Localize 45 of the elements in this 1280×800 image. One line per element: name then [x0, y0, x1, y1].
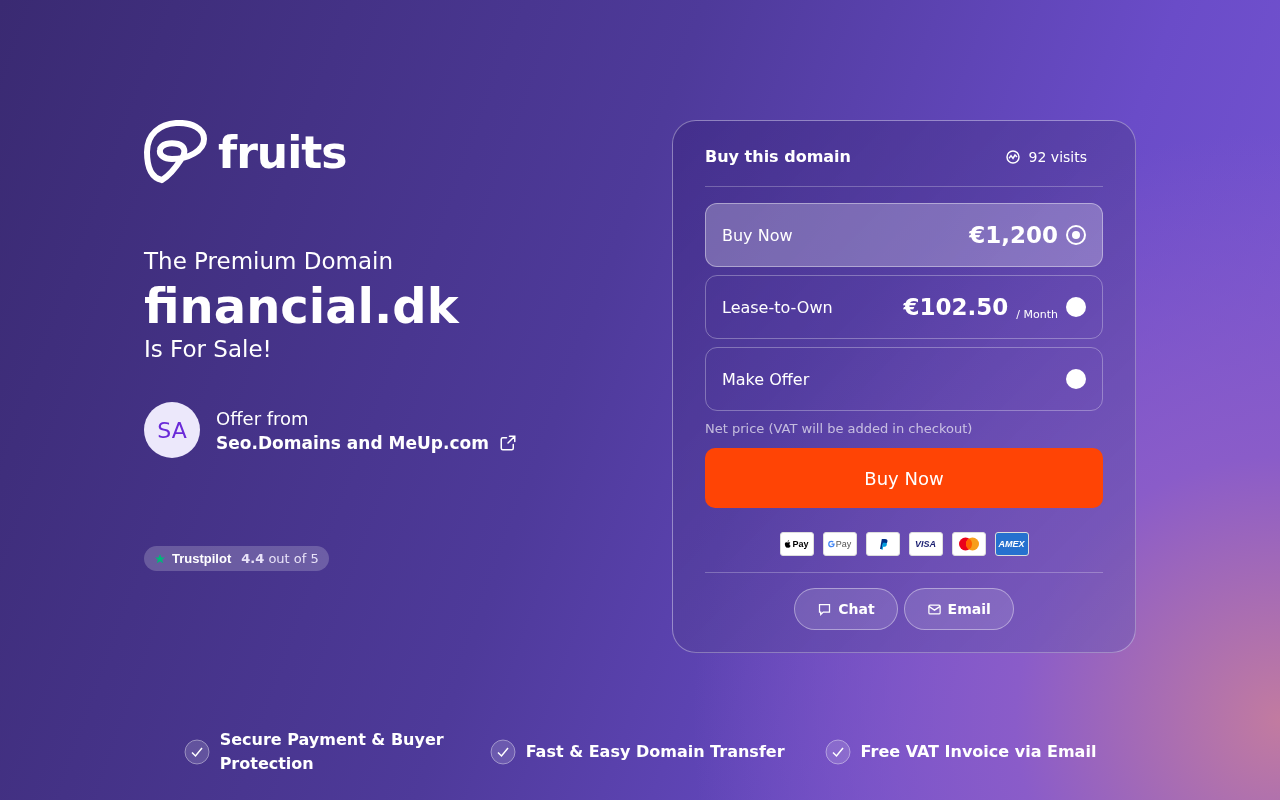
check-icon	[183, 739, 210, 765]
option-label: Lease-to-Own	[722, 297, 834, 317]
rating-source: Trustpilot	[172, 551, 232, 566]
payment-logo: Pay	[822, 532, 857, 556]
external-link-icon	[498, 433, 517, 452]
envelope-icon	[926, 601, 942, 617]
radio-button[interactable]	[1066, 369, 1086, 389]
price-note: Net price (VAT will be added in checkout)	[705, 421, 974, 436]
option-price: €1,200	[969, 222, 1058, 248]
option-label: Buy Now	[722, 225, 794, 245]
visits-count: 92 visits	[1004, 148, 1087, 165]
payment-logo: VISA	[908, 532, 943, 556]
rating-score: 4.4 out of 5	[241, 551, 319, 566]
price-unit: / Month	[1016, 308, 1058, 321]
hero-kicker: The Premium Domain	[144, 248, 394, 274]
buy-now-button[interactable]: Buy Now	[705, 448, 1103, 508]
offer-label: Offer from	[216, 407, 310, 429]
price-option[interactable]: Make Offer	[705, 347, 1103, 411]
payment-logo: Pay	[779, 532, 814, 556]
feature-text: Fast & Easy Domain Transfer	[525, 741, 785, 763]
option-label: Make Offer	[722, 369, 811, 389]
star-icon	[154, 552, 166, 565]
chat-button[interactable]: Chat	[794, 588, 898, 630]
swirl-logo-icon	[144, 120, 210, 184]
pp-logo-icon	[865, 532, 900, 556]
option-price: €102.50	[903, 294, 1009, 320]
feature-text: Secure Payment & Buyer Protection	[219, 729, 445, 775]
hero-tagline: Is For Sale!	[144, 336, 273, 362]
brand-name: fruits	[218, 126, 347, 178]
feature-text: Free VAT Invoice via Email	[860, 741, 1097, 763]
speech-bubble-icon	[817, 601, 833, 617]
seller-avatar: SA	[144, 402, 200, 458]
seller-link[interactable]: Seo.Domains and MeUp.com	[216, 432, 517, 453]
domain-name: financial.dk	[144, 278, 461, 334]
check-icon	[824, 739, 851, 765]
radio-button[interactable]	[1066, 225, 1086, 245]
card-logo-icon	[951, 532, 986, 556]
payment-logo: AMEX	[994, 532, 1029, 556]
card-title: Buy this domain	[705, 147, 851, 166]
price-option[interactable]: Lease-to-Own €102.50 / Month	[705, 275, 1103, 339]
radio-button[interactable]	[1066, 297, 1086, 317]
check-icon	[489, 739, 516, 765]
chart-circle-icon	[1004, 148, 1021, 165]
price-option[interactable]: Buy Now €1,200	[705, 203, 1103, 267]
email-button[interactable]: Email	[903, 588, 1014, 630]
